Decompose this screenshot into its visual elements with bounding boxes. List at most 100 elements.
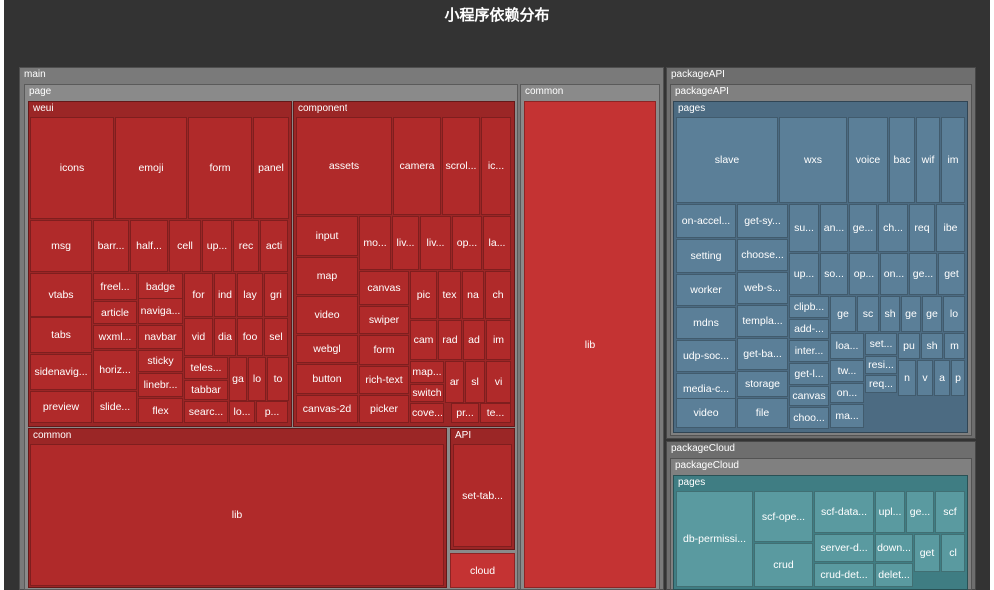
treemap-cell-file[interactable]: file xyxy=(737,398,788,428)
treemap-cell-wxs[interactable]: wxs xyxy=(779,117,847,203)
treemap-cell-crud-det[interactable]: crud-det... xyxy=(814,563,874,587)
treemap-cell-delet[interactable]: delet... xyxy=(875,563,913,587)
treemap-cell-an[interactable]: an... xyxy=(820,204,848,252)
treemap-cell-slide[interactable]: slide... xyxy=(93,391,137,423)
treemap-cell-v[interactable]: v xyxy=(917,360,933,396)
treemap-cell-rec[interactable]: rec xyxy=(233,220,259,272)
treemap-cell-bac[interactable]: bac xyxy=(889,117,915,203)
treemap-cell-m[interactable]: m xyxy=(944,333,965,359)
treemap-cell-tex[interactable]: tex xyxy=(438,271,461,319)
treemap-cell-tabbar[interactable]: tabbar xyxy=(184,380,228,400)
treemap-cell-switch[interactable]: switch xyxy=(410,384,444,402)
treemap-cell-liv[interactable]: liv... xyxy=(420,216,451,270)
treemap-cell-msg[interactable]: msg xyxy=(30,220,92,272)
treemap-cell-lo[interactable]: lo xyxy=(248,357,266,401)
treemap-cell-form[interactable]: form xyxy=(359,335,409,365)
treemap-cell-preview[interactable]: preview xyxy=(30,391,92,423)
treemap-cell-scf[interactable]: scf xyxy=(935,491,965,533)
treemap-cell-flex[interactable]: flex xyxy=(138,398,183,423)
treemap-cell-im[interactable]: im xyxy=(941,117,965,203)
treemap-cell-assets[interactable]: assets xyxy=(296,117,392,215)
treemap-cell-resi[interactable]: resi... xyxy=(865,356,897,374)
treemap-cell-rich-text[interactable]: rich-text xyxy=(359,366,409,394)
treemap-cell-canvas[interactable]: canvas xyxy=(359,271,409,305)
treemap-cell-worker[interactable]: worker xyxy=(676,274,736,306)
treemap-cell-p[interactable]: p xyxy=(951,360,965,396)
treemap-cell-storage[interactable]: storage xyxy=(737,371,788,397)
treemap-cell-choose[interactable]: choose... xyxy=(737,239,788,271)
treemap-cell-badge[interactable]: badge xyxy=(138,273,183,300)
treemap-cell-cell[interactable]: cell xyxy=(169,220,201,272)
treemap-cell-canvas[interactable]: canvas xyxy=(789,386,829,406)
treemap-cell-gri[interactable]: gri xyxy=(264,273,288,317)
treemap-cell-op[interactable]: op... xyxy=(452,216,482,270)
treemap-cell-ibe[interactable]: ibe xyxy=(936,204,965,252)
treemap-cell-ge[interactable]: ge... xyxy=(906,491,934,533)
treemap-cell-im[interactable]: im xyxy=(486,320,511,360)
treemap-cell-linebr[interactable]: linebr... xyxy=(138,373,183,397)
treemap-cell-voice[interactable]: voice xyxy=(848,117,888,203)
treemap-cell-tw[interactable]: tw... xyxy=(830,360,864,382)
treemap-cell-add[interactable]: add-... xyxy=(789,319,829,339)
treemap-cell-a[interactable]: a xyxy=(934,360,950,396)
treemap-cell-freel[interactable]: freel... xyxy=(93,273,137,300)
treemap-cell-sidenavig[interactable]: sidenavig... xyxy=(30,354,92,390)
treemap-cell-foo[interactable]: foo xyxy=(237,318,263,356)
treemap-cell-panel[interactable]: panel xyxy=(253,117,289,219)
treemap-cell-ic[interactable]: ic... xyxy=(481,117,511,215)
treemap-cell-crud[interactable]: crud xyxy=(754,543,813,587)
treemap-cell-vtabs[interactable]: vtabs xyxy=(30,273,92,317)
treemap-cell-templa[interactable]: templa... xyxy=(737,305,788,337)
treemap-cell-setting[interactable]: setting xyxy=(676,239,736,273)
treemap-cell-get[interactable]: get xyxy=(914,534,940,572)
treemap-cell-get-sy[interactable]: get-sy... xyxy=(737,204,788,238)
treemap-cell-mo[interactable]: mo... xyxy=(359,216,391,270)
treemap-cell-pu[interactable]: pu xyxy=(898,333,920,359)
treemap-cell-on[interactable]: on... xyxy=(880,253,908,295)
treemap-cell-scf-data[interactable]: scf-data... xyxy=(814,491,874,533)
treemap-cell-lo[interactable]: lo xyxy=(943,296,965,332)
treemap-cell-sel[interactable]: sel xyxy=(264,318,288,356)
treemap-cell-naviga[interactable]: naviga... xyxy=(138,298,183,324)
treemap-cell-udp-soc[interactable]: udp-soc... xyxy=(676,340,736,372)
treemap-cell-horiz[interactable]: horiz... xyxy=(93,350,137,390)
treemap-cell-ar[interactable]: ar xyxy=(445,361,464,403)
treemap-cell-video[interactable]: video xyxy=(296,296,358,334)
treemap-cell-sh[interactable]: sh xyxy=(880,296,900,332)
treemap-cell-ad[interactable]: ad xyxy=(463,320,485,360)
treemap-cell-get-l[interactable]: get-l... xyxy=(789,363,829,385)
treemap-cell-cloud[interactable]: cloud xyxy=(450,553,515,588)
treemap-cell-swiper[interactable]: swiper xyxy=(359,306,409,334)
treemap-cell-la[interactable]: la... xyxy=(483,216,511,270)
treemap-cell-vi[interactable]: vi xyxy=(486,361,511,403)
treemap-cell-map[interactable]: map xyxy=(296,257,358,295)
treemap-cell-ma[interactable]: ma... xyxy=(830,404,864,428)
treemap-cell-form[interactable]: form xyxy=(188,117,252,219)
treemap-cell-acti[interactable]: acti xyxy=(260,220,288,272)
treemap-cell-lib[interactable]: lib xyxy=(30,444,444,586)
treemap-cell-so[interactable]: so... xyxy=(820,253,848,295)
treemap-cell-set-tab[interactable]: set-tab... xyxy=(453,444,512,547)
treemap-cell-db-permissi[interactable]: db-permissi... xyxy=(676,491,753,587)
treemap-cell-clipb[interactable]: clipb... xyxy=(789,296,829,318)
treemap-cell-cl[interactable]: cl xyxy=(941,534,965,572)
treemap-cell-sc[interactable]: sc xyxy=(857,296,879,332)
treemap-cell-lo[interactable]: lo... xyxy=(229,401,255,423)
treemap-cell-get-ba[interactable]: get-ba... xyxy=(737,338,788,370)
treemap-cell-lib[interactable]: lib xyxy=(524,101,656,588)
treemap-cell-camera[interactable]: camera xyxy=(393,117,441,215)
treemap-cell-picker[interactable]: picker xyxy=(359,395,409,423)
treemap-cell-searc[interactable]: searc... xyxy=(184,401,228,423)
treemap-cell-na[interactable]: na xyxy=(462,271,484,319)
treemap-cell-ch[interactable]: ch xyxy=(485,271,511,319)
treemap-cell-canvas-2d[interactable]: canvas-2d xyxy=(296,395,358,423)
treemap-cell-set[interactable]: set... xyxy=(865,333,897,355)
treemap-cell-half[interactable]: half... xyxy=(130,220,168,272)
treemap-cell-wif[interactable]: wif xyxy=(916,117,940,203)
treemap-cell-tabs[interactable]: tabs xyxy=(30,317,92,353)
treemap-cell-upl[interactable]: upl... xyxy=(875,491,905,533)
treemap-cell-icons[interactable]: icons xyxy=(30,117,114,219)
treemap-cell-ind[interactable]: ind xyxy=(214,273,236,317)
treemap-cell-button[interactable]: button xyxy=(296,364,358,394)
treemap-cell-inter[interactable]: inter... xyxy=(789,340,829,362)
